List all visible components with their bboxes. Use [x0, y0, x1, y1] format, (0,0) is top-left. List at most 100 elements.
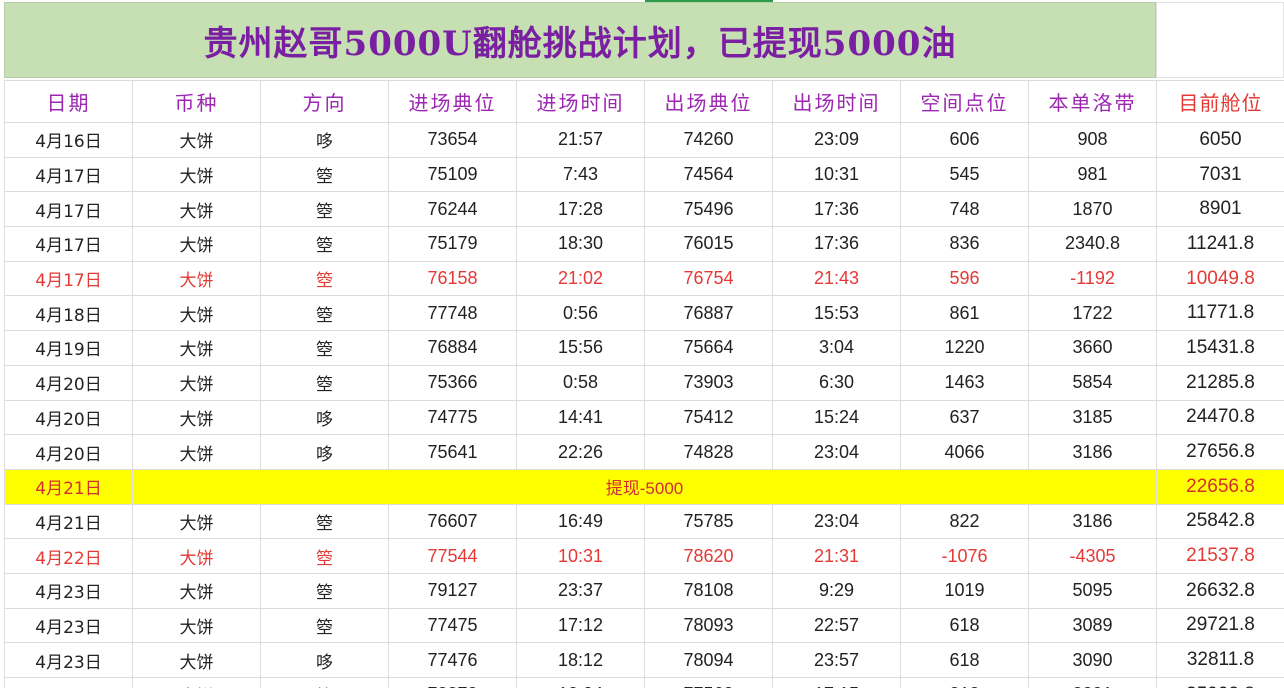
header-exit-time[interactable]: 出场时间	[772, 80, 901, 123]
exit-price-cell[interactable]: 77560	[644, 677, 773, 688]
exit-time-cell[interactable]: 17:36	[772, 226, 901, 262]
date-cell[interactable]: 4月17日	[4, 260, 133, 297]
date-cell[interactable]: 4月24日	[4, 677, 133, 688]
points-cell[interactable]: 618	[900, 642, 1029, 678]
header-pnl[interactable]: 本单洛带	[1028, 80, 1157, 123]
points-cell[interactable]: 545	[900, 156, 1029, 193]
points-cell[interactable]: 822	[900, 503, 1029, 540]
pnl-cell[interactable]: 3091	[1028, 677, 1157, 688]
points-cell[interactable]: 1220	[900, 330, 1029, 366]
position-cell[interactable]: 8901	[1156, 191, 1284, 228]
header-exit-price[interactable]: 出场典位	[644, 80, 773, 123]
position-cell[interactable]: 6050	[1156, 122, 1284, 158]
exit-time-cell[interactable]: 15:24	[772, 399, 901, 436]
coin-cell[interactable]: 大饼	[132, 503, 261, 540]
title-cell[interactable]: 贵州赵哥5000U翻舱挑战计划，已提现5000油	[4, 2, 1156, 78]
withdraw-position-cell[interactable]: 22656.8	[1156, 468, 1284, 505]
entry-time-cell[interactable]: 18:30	[516, 226, 645, 262]
exit-time-cell[interactable]: 21:43	[772, 260, 901, 297]
points-cell[interactable]: 4066	[900, 434, 1029, 470]
pnl-cell[interactable]: 5095	[1028, 572, 1157, 609]
direction-cell[interactable]: 哆	[260, 434, 389, 470]
exit-price-cell[interactable]: 78620	[644, 538, 773, 574]
position-cell[interactable]: 25842.8	[1156, 503, 1284, 540]
points-cell[interactable]: 596	[900, 260, 1029, 297]
exit-price-cell[interactable]: 76887	[644, 295, 773, 332]
pnl-cell[interactable]: 1870	[1028, 191, 1157, 228]
points-cell[interactable]: 618	[900, 607, 1029, 644]
date-cell[interactable]: 4月17日	[4, 226, 133, 262]
direction-cell[interactable]: 箜	[260, 503, 389, 540]
entry-time-cell[interactable]: 23:37	[516, 572, 645, 609]
entry-price-cell[interactable]: 77475	[388, 607, 517, 644]
entry-price-cell[interactable]: 74775	[388, 399, 517, 436]
direction-cell[interactable]: 箜	[260, 156, 389, 193]
direction-cell[interactable]: 箜	[260, 260, 389, 297]
entry-price-cell[interactable]: 76158	[388, 260, 517, 297]
entry-time-cell[interactable]: 22:26	[516, 434, 645, 470]
entry-time-cell[interactable]: 21:57	[516, 122, 645, 158]
exit-price-cell[interactable]: 73903	[644, 364, 773, 401]
pnl-cell[interactable]: 3090	[1028, 642, 1157, 678]
pnl-cell[interactable]: 2340.8	[1028, 226, 1157, 262]
exit-time-cell[interactable]: 10:31	[772, 156, 901, 193]
exit-time-cell[interactable]: 23:09	[772, 122, 901, 158]
pnl-cell[interactable]: -4305	[1028, 538, 1157, 574]
exit-price-cell[interactable]: 74828	[644, 434, 773, 470]
direction-cell[interactable]: 哆	[260, 122, 389, 158]
exit-time-cell[interactable]: 3:04	[772, 330, 901, 366]
coin-cell[interactable]: 大饼	[132, 226, 261, 262]
date-cell[interactable]: 4月21日	[4, 503, 133, 540]
entry-price-cell[interactable]: 77544	[388, 538, 517, 574]
pnl-cell[interactable]: 3089	[1028, 607, 1157, 644]
entry-time-cell[interactable]: 14:41	[516, 399, 645, 436]
points-cell[interactable]: 861	[900, 295, 1029, 332]
coin-cell[interactable]: 大饼	[132, 607, 261, 644]
position-cell[interactable]: 21537.8	[1156, 538, 1284, 574]
position-cell[interactable]: 10049.8	[1156, 260, 1284, 297]
exit-price-cell[interactable]: 76754	[644, 260, 773, 297]
date-cell[interactable]: 4月18日	[4, 295, 133, 332]
direction-cell[interactable]: 箜	[260, 364, 389, 401]
date-cell[interactable]: 4月16日	[4, 122, 133, 158]
header-entry-price[interactable]: 进场典位	[388, 80, 517, 123]
exit-time-cell[interactable]: 23:04	[772, 503, 901, 540]
entry-price-cell[interactable]: 75641	[388, 434, 517, 470]
points-cell[interactable]: 1019	[900, 572, 1029, 609]
pnl-cell[interactable]: 908	[1028, 122, 1157, 158]
coin-cell[interactable]: 大饼	[132, 434, 261, 470]
coin-cell[interactable]: 大饼	[132, 538, 261, 574]
exit-price-cell[interactable]: 75412	[644, 399, 773, 436]
date-cell[interactable]: 4月17日	[4, 156, 133, 193]
coin-cell[interactable]: 大饼	[132, 156, 261, 193]
entry-price-cell[interactable]: 73654	[388, 122, 517, 158]
entry-time-cell[interactable]: 0:58	[516, 364, 645, 401]
header-entry-time[interactable]: 进场时间	[516, 80, 645, 123]
entry-time-cell[interactable]: 0:56	[516, 295, 645, 332]
direction-cell[interactable]: 哆	[260, 399, 389, 436]
date-cell[interactable]: 4月20日	[4, 399, 133, 436]
pnl-cell[interactable]: 3185	[1028, 399, 1157, 436]
exit-price-cell[interactable]: 74260	[644, 122, 773, 158]
entry-price-cell[interactable]: 75109	[388, 156, 517, 193]
coin-cell[interactable]: 大饼	[132, 260, 261, 297]
entry-price-cell[interactable]: 77476	[388, 642, 517, 678]
position-cell[interactable]: 26632.8	[1156, 572, 1284, 609]
date-cell[interactable]: 4月22日	[4, 538, 133, 574]
exit-time-cell[interactable]: 17:36	[772, 191, 901, 228]
withdraw-date-cell[interactable]: 4月21日	[4, 468, 133, 505]
date-cell[interactable]: 4月23日	[4, 607, 133, 644]
withdraw-label-cell[interactable]: 提现-5000	[132, 468, 1157, 505]
coin-cell[interactable]: 大饼	[132, 572, 261, 609]
points-cell[interactable]: 748	[900, 191, 1029, 228]
direction-cell[interactable]: 箜	[260, 191, 389, 228]
coin-cell[interactable]: 大饼	[132, 122, 261, 158]
points-cell[interactable]: 606	[900, 122, 1029, 158]
direction-cell[interactable]: 箜	[260, 226, 389, 262]
pnl-cell[interactable]: 3186	[1028, 434, 1157, 470]
exit-price-cell[interactable]: 74564	[644, 156, 773, 193]
entry-price-cell[interactable]: 75366	[388, 364, 517, 401]
exit-price-cell[interactable]: 78094	[644, 642, 773, 678]
entry-price-cell[interactable]: 78378	[388, 677, 517, 688]
coin-cell[interactable]: 大饼	[132, 364, 261, 401]
